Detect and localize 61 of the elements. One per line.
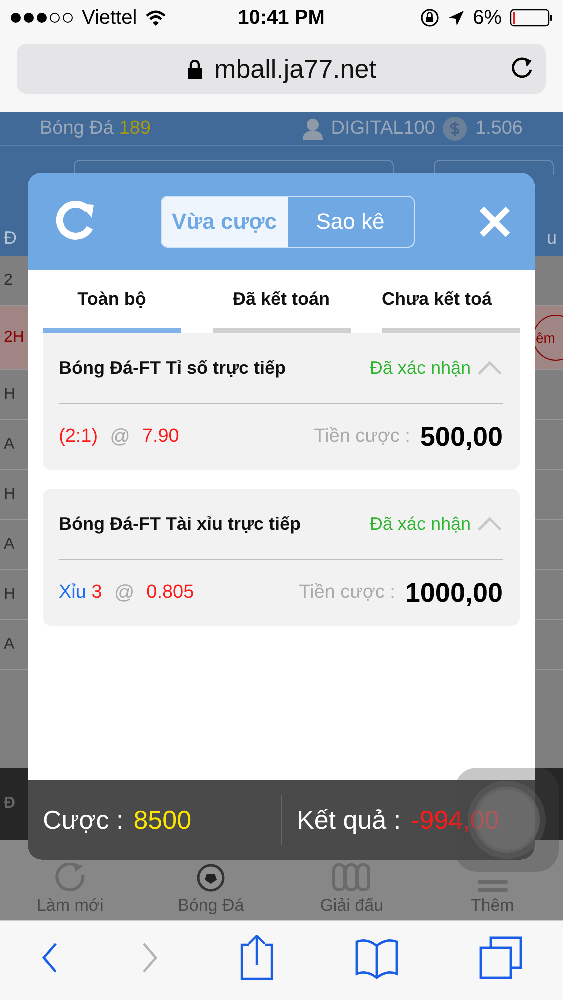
at-sign: @ [114, 582, 135, 604]
stake-amount: 1000,00 [405, 578, 503, 608]
nav-label[interactable]: Làm mới [36, 896, 104, 916]
tabs-icon[interactable] [479, 936, 524, 980]
nav-label[interactable]: Thêm [470, 896, 514, 916]
at-sign: @ [110, 426, 130, 448]
nav-label[interactable]: Giải đấu [320, 896, 384, 916]
close-icon[interactable] [479, 206, 511, 238]
bet-title: Bóng Đá-FT Tỉ số trực tiếp [59, 358, 286, 378]
row-label: 2 [4, 272, 13, 290]
dollar-icon [443, 116, 468, 140]
stake-amount: 500,00 [420, 422, 503, 452]
row-label: Đ [4, 795, 16, 813]
bet-pick: (2:1) [59, 426, 98, 448]
column-label: u [546, 228, 557, 248]
bet-status: Đã xác nhận [370, 358, 471, 378]
carrier-name: Viettel [82, 6, 138, 30]
row-label: H [4, 486, 16, 504]
wifi-icon [145, 9, 168, 27]
row-label: A [4, 536, 15, 554]
battery-icon [510, 9, 553, 27]
row-label: Đ [4, 228, 17, 248]
stake-label: Tiền cược : [314, 426, 410, 448]
result-label: Kết quả : [297, 804, 402, 836]
segment-tab[interactable]: Vừa cược [162, 196, 288, 246]
bet-total: 8500 [134, 804, 192, 836]
odds: 0.805 [146, 582, 194, 604]
chevron-up-icon[interactable] [477, 516, 503, 532]
back-icon[interactable] [40, 942, 60, 974]
battery-percent: 6% [473, 6, 502, 30]
balance: 1.506 [475, 118, 523, 140]
result-amount: -994,00 [411, 804, 500, 836]
row-label: H [4, 586, 16, 604]
columns-icon[interactable] [332, 863, 372, 892]
address-field[interactable]: mball.ja77.net [17, 44, 546, 94]
user-icon [303, 118, 324, 140]
bet-status: Đã xác nhận [370, 514, 471, 534]
chevron-up-icon[interactable] [477, 360, 503, 376]
share-icon[interactable] [239, 934, 276, 980]
rotation-lock-icon [420, 8, 440, 28]
bet-pick: Xỉu 3 [59, 582, 102, 604]
row-label: A [4, 436, 15, 454]
bet-total-label: Cược : [43, 804, 124, 836]
row-label: 2H [4, 328, 24, 346]
bet-title: Bóng Đá-FT Tài xỉu trực tiếp [59, 514, 302, 534]
menu-icon[interactable] [478, 880, 508, 892]
refresh-icon[interactable] [54, 863, 86, 892]
reload-icon[interactable] [510, 57, 534, 81]
row-label: A [4, 636, 15, 654]
refresh-icon[interactable] [54, 200, 96, 242]
stake-label: Tiền cược : [299, 582, 396, 604]
lock-icon [186, 60, 203, 78]
row-label: H [4, 386, 16, 404]
nav-label[interactable]: Bóng Đá [178, 896, 244, 916]
clock-time: 10:41 PM [238, 6, 325, 30]
odds: 7.90 [142, 426, 180, 448]
username: DIGITAL100 [331, 118, 436, 140]
signal-icon [10, 11, 74, 25]
segment-tab[interactable]: Sao kê [288, 196, 414, 246]
sport-title: Bóng Đá 189 [40, 118, 151, 140]
location-arrow-icon [448, 10, 466, 26]
